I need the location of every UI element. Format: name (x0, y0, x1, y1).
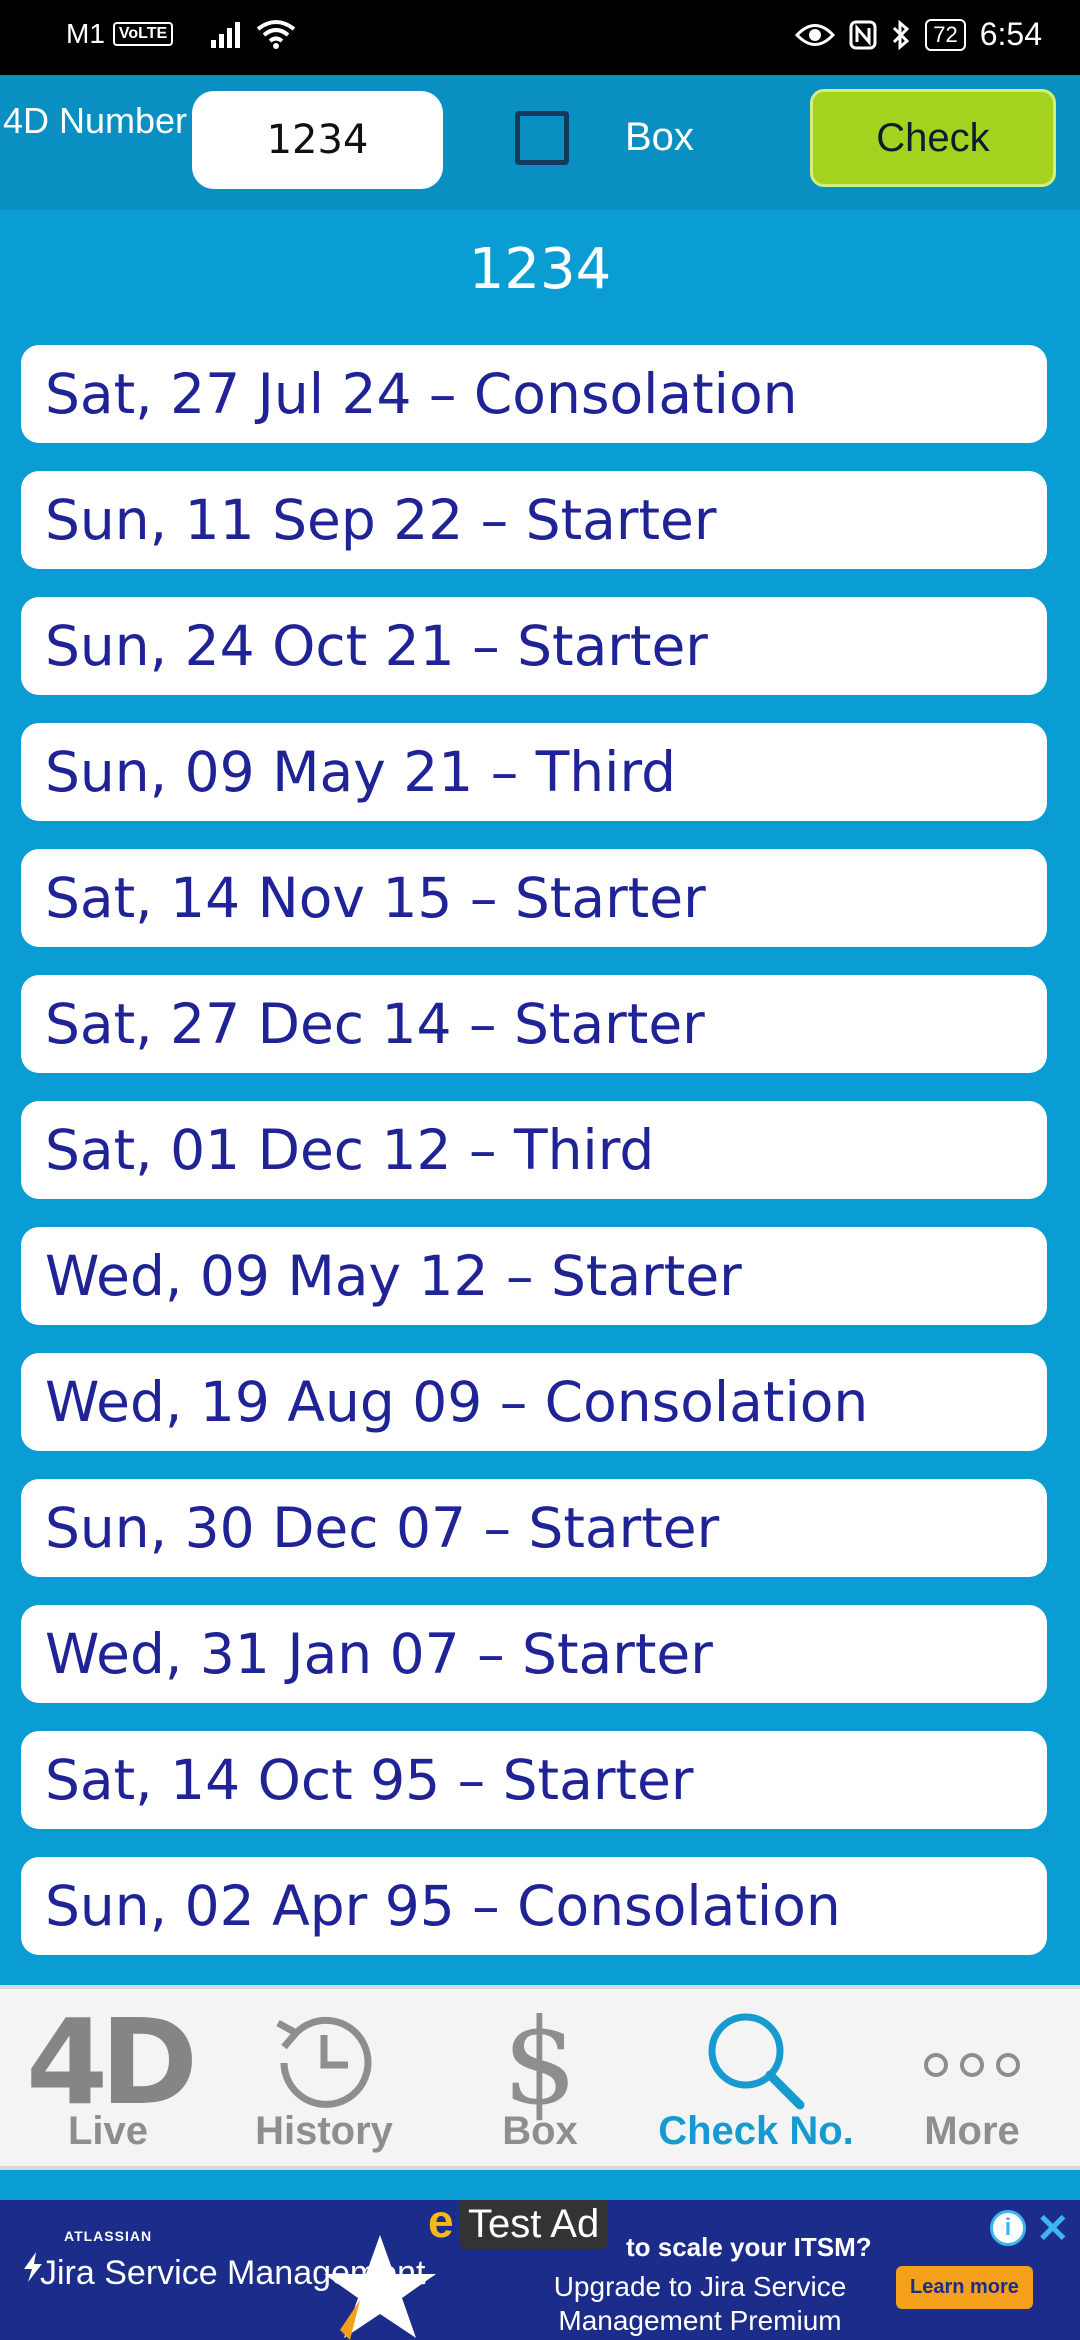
result-item[interactable]: Sun, 30 Dec 07 – Starter (21, 1479, 1047, 1577)
bluetooth-icon (893, 19, 910, 50)
result-item[interactable]: Wed, 31 Jan 07 – Starter (21, 1605, 1047, 1703)
battery-icon: 72 (925, 18, 966, 51)
ad-info-icon[interactable]: i (990, 2210, 1026, 2246)
4d-logo-icon: 4D (25, 1993, 198, 2131)
result-item[interactable]: Sat, 01 Dec 12 – Third (21, 1101, 1047, 1199)
box-checkbox[interactable] (515, 111, 569, 165)
4d-number-input[interactable] (192, 91, 443, 189)
wifi-icon (256, 20, 296, 49)
ad-brand-small: ATLASSIAN (64, 2228, 153, 2244)
ad-e-logo-icon: e (428, 2200, 454, 2247)
result-item[interactable]: Sun, 24 Oct 21 – Starter (21, 597, 1047, 695)
dollar-icon: $ (502, 1993, 578, 2131)
tab-label: History (255, 2109, 393, 2153)
result-item[interactable]: Sun, 09 May 21 – Third (21, 723, 1047, 821)
tab-label: Box (502, 2109, 578, 2153)
tab-history[interactable]: History (216, 1989, 432, 2166)
tab-check-number[interactable]: Check No. (648, 1989, 864, 2166)
check-button[interactable]: Check (810, 89, 1056, 187)
ad-learn-more-button[interactable]: Learn more (896, 2266, 1033, 2309)
volte-icon: VoLTE (112, 22, 174, 46)
tab-more[interactable]: More (864, 1989, 1080, 2166)
result-item[interactable]: Sat, 14 Oct 95 – Starter (21, 1731, 1047, 1829)
test-ad-badge: Test Ad (460, 2200, 608, 2249)
signal-icon (211, 20, 241, 48)
number-label: 4D Number (2, 100, 188, 141)
status-left: M1 VoLTE (66, 18, 296, 50)
bottom-tab-bar: 4D Live History $ Box Check No. More (0, 1985, 1080, 2170)
result-item[interactable]: Sun, 02 Apr 95 – Consolation (21, 1857, 1047, 1955)
ad-subtitle: Upgrade to Jira Service Management Premi… (553, 2271, 847, 2336)
result-item[interactable]: Wed, 09 May 12 – Starter (21, 1227, 1047, 1325)
result-item[interactable]: Wed, 19 Aug 09 – Consolation (21, 1353, 1047, 1451)
ad-tagline: to scale your ITSM? (626, 2232, 872, 2262)
status-bar: M1 VoLTE 72 6:54 (0, 0, 1080, 75)
result-item[interactable]: Sun, 11 Sep 22 – Starter (21, 471, 1047, 569)
history-icon (276, 2016, 372, 2108)
results-list: Sat, 27 Jul 24 – Consolation Sun, 11 Sep… (21, 345, 1047, 1983)
carrier-label: M1 (66, 18, 105, 49)
ad-banner[interactable]: ATLASSIAN Jira Service Management e Test… (0, 2200, 1080, 2340)
tab-box[interactable]: $ Box (432, 1989, 648, 2166)
result-item[interactable]: Sat, 14 Nov 15 – Starter (21, 849, 1047, 947)
more-dots-icon (924, 2053, 1020, 2077)
search-header: 4D Number Box Check (0, 75, 1080, 210)
result-number-title: 1234 (468, 237, 612, 302)
tab-label: More (924, 2109, 1020, 2153)
tab-label: Live (67, 2109, 149, 2153)
nfc-icon (849, 20, 877, 49)
result-item[interactable]: Sat, 27 Dec 14 – Starter (21, 975, 1047, 1073)
result-item[interactable]: Sat, 27 Jul 24 – Consolation (21, 345, 1047, 443)
clock: 6:54 (979, 16, 1042, 52)
eye-icon (795, 23, 836, 46)
tab-label: Check No. (658, 2109, 854, 2153)
tab-live[interactable]: 4D Live (0, 1989, 216, 2166)
search-icon (708, 2013, 805, 2110)
box-checkbox-label[interactable]: Box (625, 115, 694, 160)
status-right: 72 6:54 (795, 16, 1042, 53)
ad-close-icon[interactable]: ✕ (1036, 2206, 1070, 2252)
